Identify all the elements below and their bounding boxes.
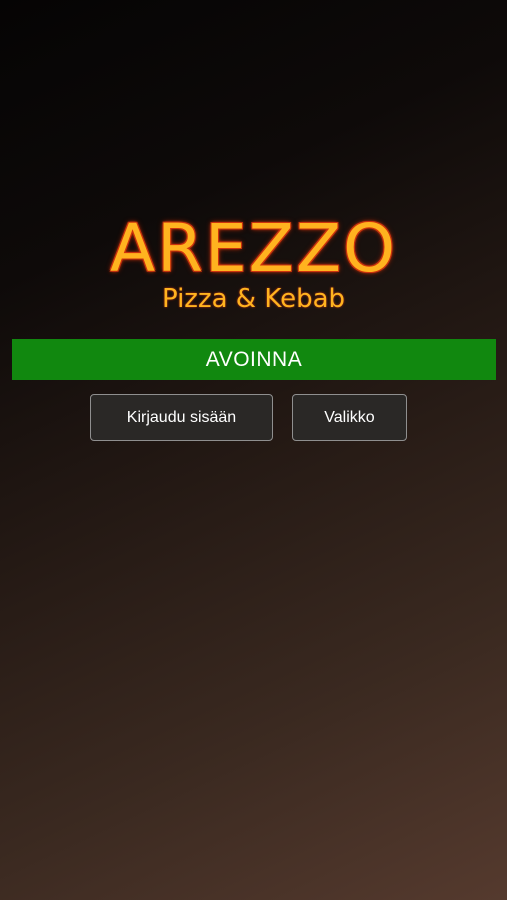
menu-button[interactable]: Valikko bbox=[292, 394, 407, 441]
login-button[interactable]: Kirjaudu sisään bbox=[90, 394, 273, 441]
restaurant-logo: AREZZO Pizza & Kebab bbox=[0, 210, 507, 314]
logo-name: AREZZO bbox=[109, 210, 398, 287]
app-screen: AREZZO Pizza & Kebab AVOINNA Kirjaudu si… bbox=[0, 0, 507, 900]
open-status-banner: AVOINNA bbox=[12, 339, 496, 380]
logo-tagline: Pizza & Kebab bbox=[161, 284, 346, 314]
